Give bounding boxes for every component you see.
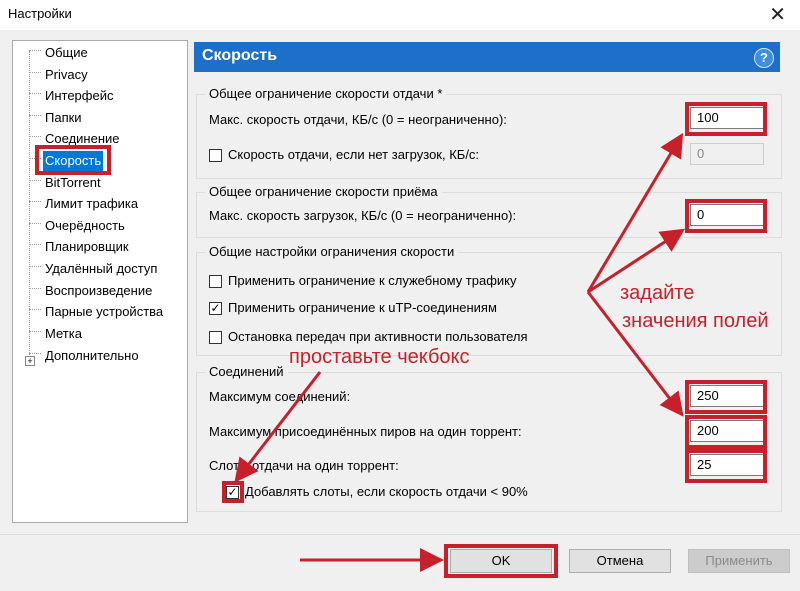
apply-button[interactable]: Применить bbox=[688, 549, 790, 573]
bottom-divider bbox=[0, 534, 800, 535]
ok-button[interactable]: OK bbox=[450, 549, 552, 573]
checkbox-hint: проставьте чекбокс bbox=[289, 346, 470, 368]
arrow-to-upload bbox=[586, 132, 684, 293]
arrow-to-checkbox bbox=[234, 371, 322, 483]
cancel-button[interactable]: Отмена bbox=[569, 549, 671, 573]
fields-hint-line1: задайте bbox=[620, 282, 695, 304]
fields-hint-line2: значения полей bbox=[622, 310, 769, 332]
